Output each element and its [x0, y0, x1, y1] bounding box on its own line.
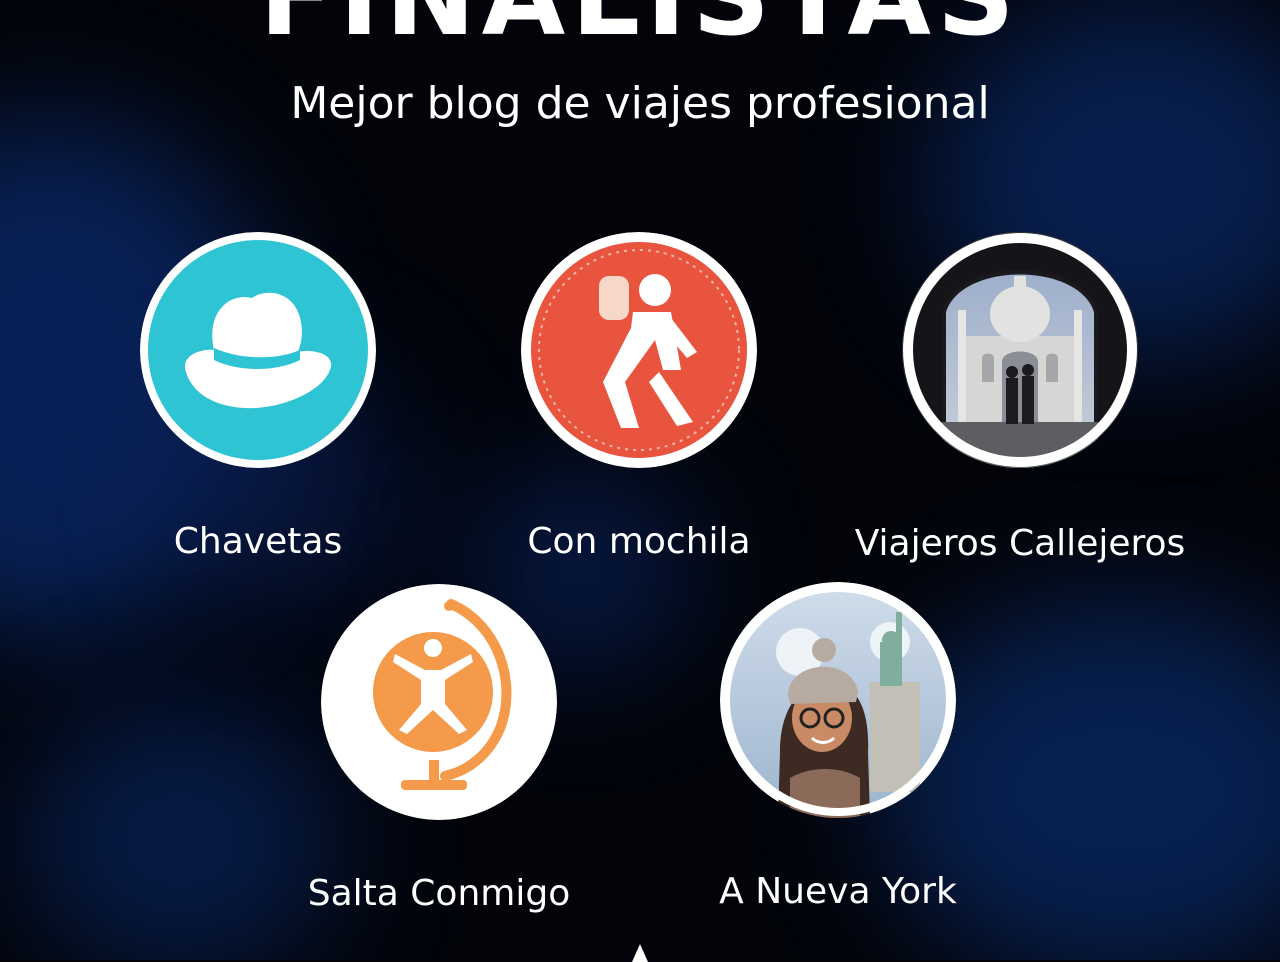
- viajeros-callejeros-photo: [902, 232, 1138, 468]
- traveler-portrait-photo: [720, 582, 956, 818]
- chavetas-logo: [140, 232, 376, 468]
- finalist-label: A Nueva York: [719, 871, 957, 912]
- finalist-label: Con mochila: [527, 521, 751, 562]
- finalist-con-mochila[interactable]: Con mochila: [459, 232, 819, 562]
- a-nueva-york-photo: [720, 582, 956, 818]
- finalist-label: Salta Conmigo: [307, 873, 571, 914]
- finalist-salta-conmigo[interactable]: Salta Conmigo: [259, 584, 619, 914]
- salta-conmigo-logo: [321, 584, 557, 820]
- finalist-chavetas[interactable]: Chavetas: [78, 232, 438, 562]
- finalist-viajeros-callejeros[interactable]: Viajeros Callejeros: [840, 232, 1200, 564]
- page-title: FINALISTAS: [0, 0, 1280, 52]
- page-subtitle: Mejor blog de viajes profesional: [290, 78, 990, 129]
- jumping-globe-icon: [321, 584, 557, 820]
- taj-mahal-photo: [902, 232, 1138, 468]
- finalist-a-nueva-york[interactable]: A Nueva York: [658, 582, 1018, 912]
- con-mochila-logo: [521, 232, 757, 468]
- finalist-label: Viajeros Callejeros: [854, 523, 1186, 564]
- white-hat-icon: [140, 232, 376, 468]
- star-icon: [632, 944, 648, 962]
- finalist-label: Chavetas: [173, 521, 343, 562]
- backpacker-icon: [521, 232, 757, 468]
